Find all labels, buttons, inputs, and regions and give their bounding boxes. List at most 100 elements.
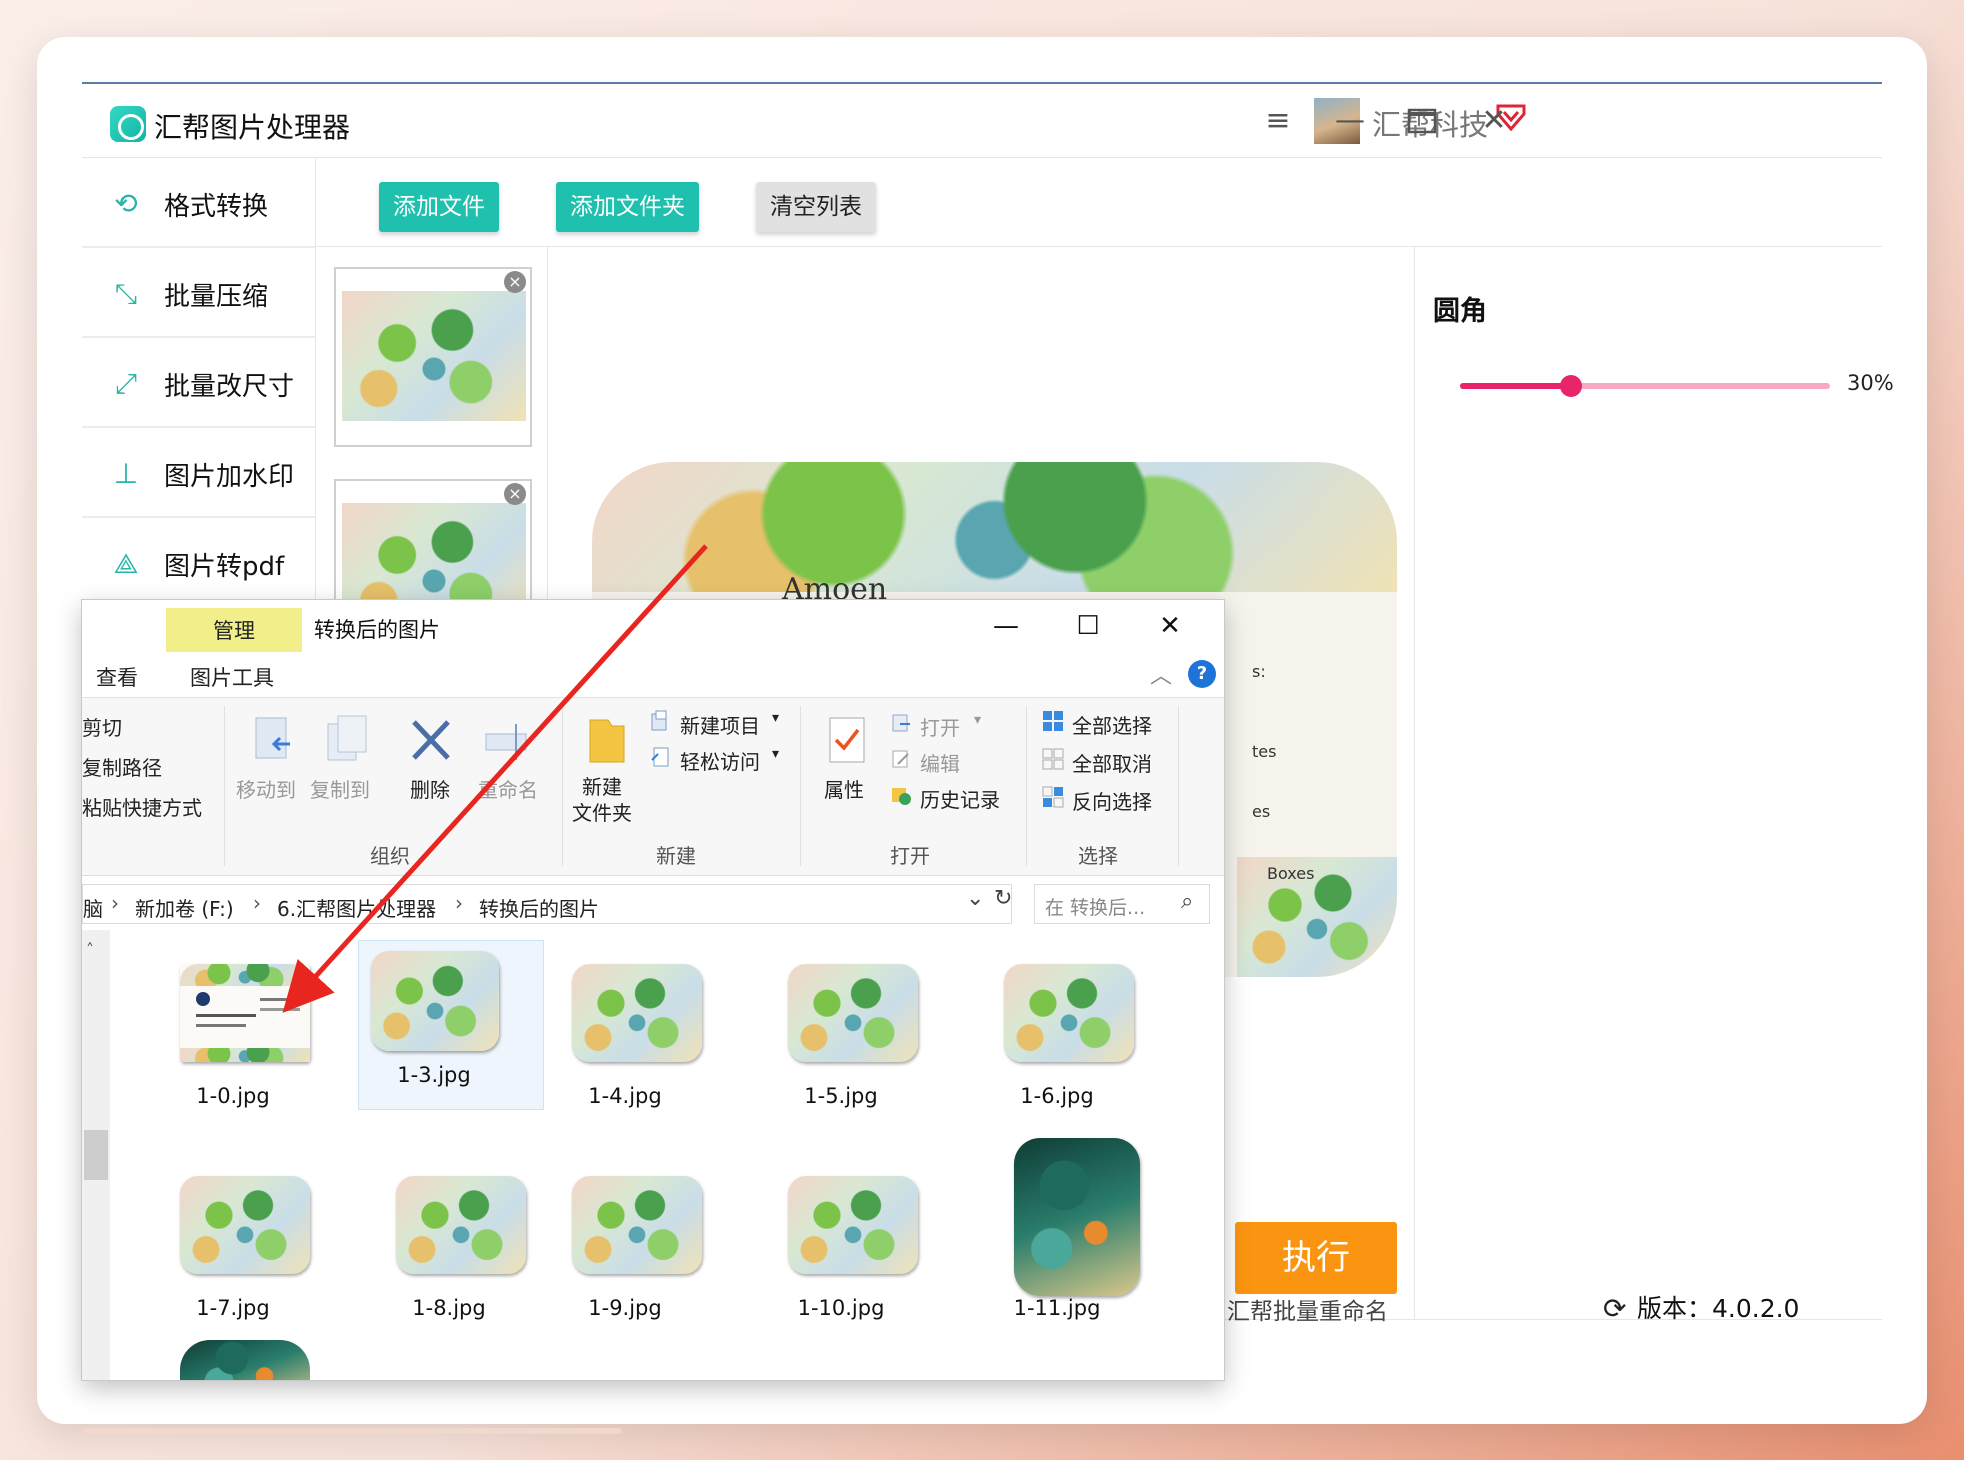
scrollbar-thumb[interactable] — [84, 1130, 108, 1180]
file-item[interactable]: 1-7.jpg — [140, 1162, 326, 1342]
ribbon-separator — [224, 706, 225, 866]
tab-picture-tools[interactable]: 图片工具 — [190, 662, 274, 692]
file-name: 1-10.jpg — [797, 1296, 885, 1320]
search-icon[interactable]: ⌕ — [1181, 889, 1193, 914]
close-icon[interactable]: ✕ — [1140, 606, 1200, 646]
select-none-button[interactable]: 全部取消 — [1072, 748, 1152, 777]
ribbon-separator — [1026, 706, 1027, 866]
batch-rename-link[interactable]: 汇帮批量重命名 — [1227, 1292, 1388, 1326]
minimize-icon[interactable]: — — [1326, 98, 1374, 144]
minimize-icon[interactable]: — — [976, 606, 1036, 646]
search-input[interactable]: 在 转换后... ⌕ — [1034, 884, 1210, 924]
clear-list-button[interactable]: 清空列表 — [756, 182, 876, 232]
sidebar-item-compress[interactable]: ⤡ 批量压缩 — [82, 248, 315, 338]
open-button[interactable]: 打开 — [920, 712, 960, 741]
execute-button[interactable]: 执行 — [1235, 1222, 1397, 1294]
select-all-icon — [1043, 711, 1063, 731]
history-button[interactable]: 历史记录 — [920, 784, 1000, 813]
new-folder-button[interactable]: 新建 文件夹 — [572, 774, 632, 826]
rename-icon — [485, 724, 527, 760]
explorer-ribbon: 剪切 复制路径 粘贴快捷方式 移动到 复制到 删除 重命名 组织 新建 文件夹 … — [82, 698, 1224, 876]
sidebar-item-resize[interactable]: ⤢ 批量改尺寸 — [82, 338, 315, 428]
preview-leaf-corner — [1237, 857, 1397, 977]
select-all-button[interactable]: 全部选择 — [1072, 710, 1152, 739]
chevron-down-icon[interactable]: ▾ — [772, 710, 779, 726]
open-icon — [892, 714, 910, 732]
file-item[interactable]: 1-5.jpg — [748, 950, 934, 1130]
properties-button[interactable]: 属性 — [824, 774, 864, 803]
delete-button[interactable]: 删除 — [410, 774, 450, 803]
explorer-title: 转换后的图片 — [314, 618, 440, 642]
paste-shortcut-button[interactable]: 粘贴快捷方式 — [82, 792, 202, 821]
tab-manage[interactable]: 管理 — [166, 608, 302, 652]
chevron-down-icon[interactable]: ⌄ — [966, 886, 984, 911]
file-item[interactable]: 1-8.jpg — [356, 1162, 542, 1342]
maximize-icon[interactable] — [1398, 98, 1446, 144]
menu-icon[interactable]: ≡ — [1254, 98, 1302, 144]
breadcrumb-item[interactable]: 6.汇帮图片处理器 — [277, 893, 436, 922]
add-folder-button[interactable]: 添加文件夹 — [556, 182, 699, 232]
cut-button[interactable]: 剪切 — [82, 712, 122, 741]
breadcrumb-item[interactable]: 脑 — [83, 893, 103, 922]
chevron-down-icon[interactable]: ▾ — [772, 746, 779, 762]
maximize-icon[interactable]: ☐ — [1058, 606, 1118, 646]
slider-handle[interactable] — [1560, 375, 1582, 397]
corner-radius-slider[interactable] — [1460, 375, 1830, 397]
file-thumbnail-partial[interactable] — [180, 1340, 310, 1380]
chevron-down-icon[interactable]: ▾ — [974, 712, 981, 728]
breadcrumb-item[interactable]: 新加卷 (F:) — [135, 893, 234, 922]
file-grid: ˄ 1-0.jpg 1-3.jpg 1-4.jpg 1-5.jpg 1-6.jp… — [82, 930, 1224, 1380]
file-thumbnail — [1004, 964, 1134, 1062]
decorative-strip — [82, 1428, 622, 1434]
invert-select-button[interactable]: 反向选择 — [1072, 786, 1152, 815]
collapse-ribbon-icon[interactable]: ︿ — [1150, 658, 1172, 690]
chevron-right-icon: › — [455, 891, 463, 915]
preview-text: s: — [1252, 662, 1266, 681]
file-item[interactable]: 1-11.jpg — [964, 1124, 1150, 1344]
address-bar[interactable]: 脑 › 新加卷 (F:) › 6.汇帮图片处理器 › 转换后的图片 — [82, 884, 1012, 924]
help-icon[interactable]: ? — [1188, 660, 1216, 688]
vertical-scrollbar[interactable]: ˄ — [82, 930, 110, 1380]
ribbon-group-organize: 组织 — [370, 844, 410, 868]
file-item[interactable]: 1-9.jpg — [532, 1162, 718, 1342]
easy-access-button[interactable]: 轻松访问 — [680, 746, 760, 775]
file-item-selected[interactable]: 1-3.jpg — [358, 940, 544, 1110]
new-item-button[interactable]: 新建项目 — [680, 710, 760, 739]
file-item[interactable]: 1-4.jpg — [532, 950, 718, 1130]
tab-view[interactable]: 查看 — [96, 662, 138, 692]
list-item[interactable]: × — [334, 267, 532, 447]
edit-button[interactable]: 编辑 — [920, 748, 960, 777]
remove-icon[interactable]: × — [504, 271, 526, 293]
file-thumbnail — [396, 1176, 526, 1274]
sidebar-item-format-convert[interactable]: ⟲ 格式转换 — [82, 158, 315, 248]
breadcrumb-item[interactable]: 转换后的图片 — [479, 893, 599, 922]
new-item-icon — [651, 710, 667, 731]
add-file-button[interactable]: 添加文件 — [379, 182, 499, 232]
file-thumbnail — [180, 1176, 310, 1274]
file-name: 1-3.jpg — [397, 1063, 471, 1087]
sidebar-item-pdf[interactable]: ⟁ 图片转pdf — [82, 518, 315, 608]
file-item[interactable]: 1-6.jpg — [964, 950, 1150, 1130]
copy-path-button[interactable]: 复制路径 — [82, 752, 162, 781]
file-item[interactable]: 1-0.jpg — [140, 950, 326, 1130]
scroll-up-icon[interactable]: ˄ — [86, 940, 94, 959]
rename-button[interactable]: 重命名 — [478, 774, 538, 803]
move-to-button[interactable]: 移动到 — [236, 774, 296, 803]
ribbon-separator — [1178, 706, 1179, 866]
refresh-icon[interactable]: ⟳ — [1603, 1293, 1635, 1325]
easy-access-icon — [651, 747, 669, 767]
sidebar-item-label: 批量改尺寸 — [164, 372, 295, 402]
compress-icon: ⤡ — [114, 277, 138, 310]
refresh-icon[interactable]: ↻ — [994, 886, 1012, 911]
resize-icon: ⤢ — [114, 367, 138, 400]
file-item[interactable]: 1-10.jpg — [748, 1162, 934, 1342]
chevron-right-icon: › — [111, 891, 119, 915]
file-name: 1-8.jpg — [412, 1296, 486, 1320]
close-icon[interactable]: ✕ — [1470, 98, 1518, 144]
file-thumbnail — [572, 964, 702, 1062]
remove-icon[interactable]: × — [504, 483, 526, 505]
copy-to-button[interactable]: 复制到 — [310, 774, 370, 803]
sidebar-item-watermark[interactable]: ⊥ 图片加水印 — [82, 428, 315, 518]
file-thumbnail — [180, 964, 310, 1062]
settings-panel: 圆角 30% — [1414, 247, 1894, 1319]
